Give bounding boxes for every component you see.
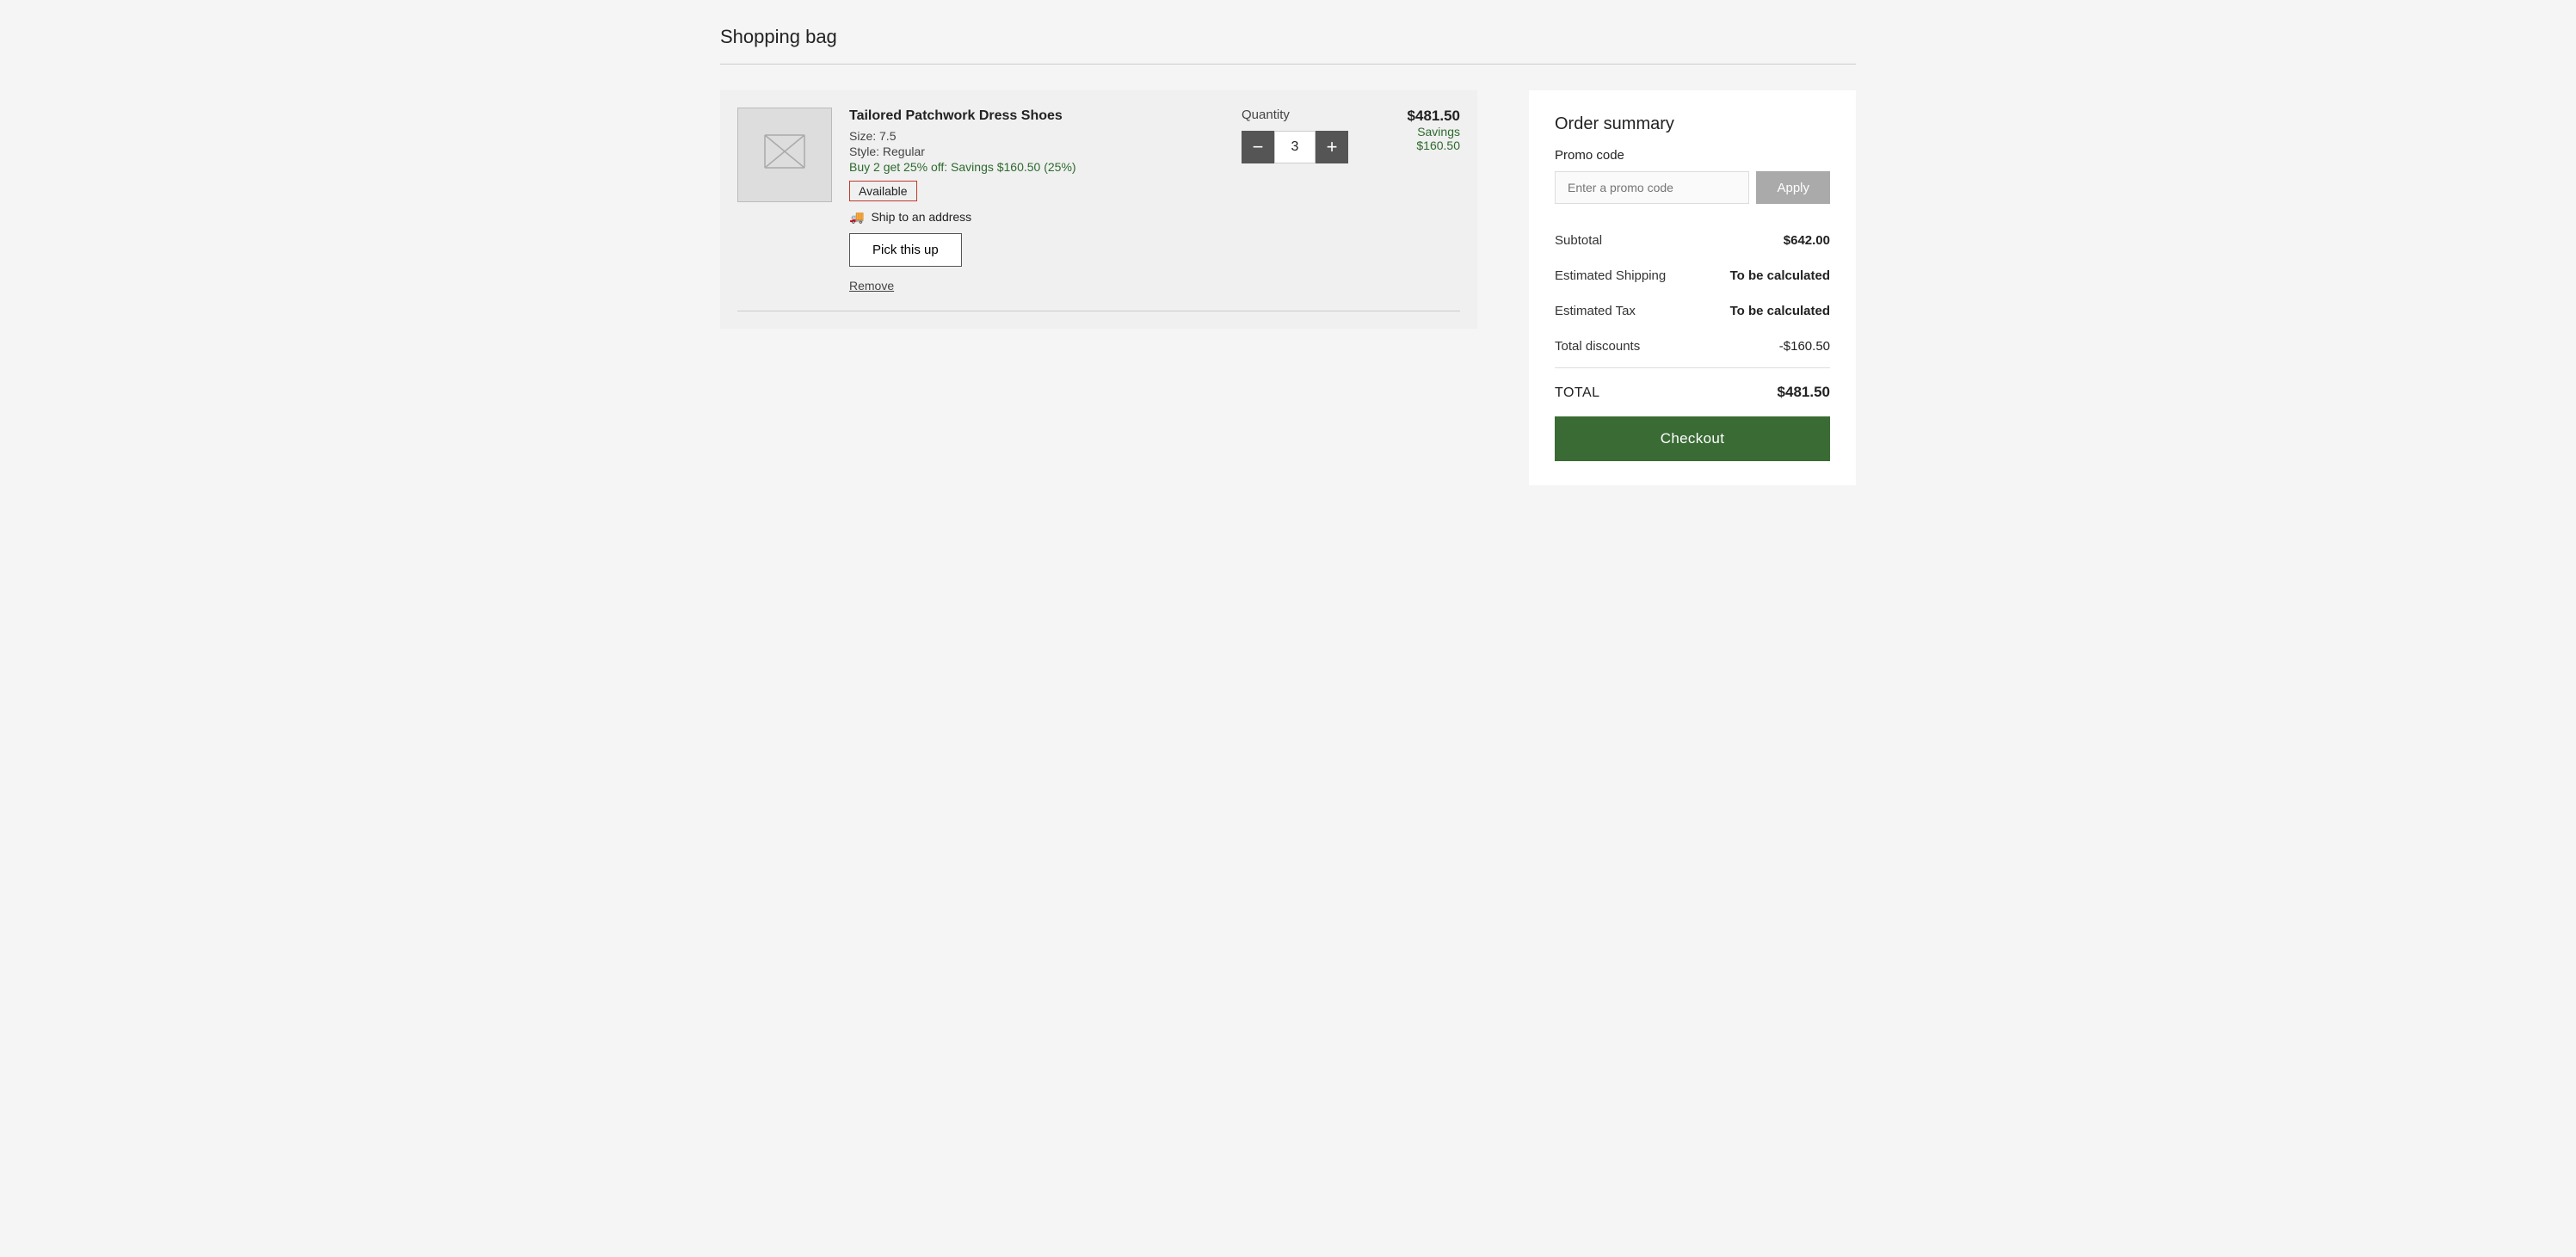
- product-name: Tailored Patchwork Dress Shoes: [849, 108, 1216, 126]
- quantity-section: Quantity − 3 +: [1242, 108, 1348, 293]
- cart-section: Tailored Patchwork Dress Shoes Size: 7.5…: [720, 90, 1477, 329]
- summary-title: Order summary: [1555, 114, 1830, 134]
- decrease-quantity-button[interactable]: −: [1242, 131, 1274, 163]
- total-row: TOTAL $481.50: [1555, 372, 1830, 416]
- quantity-controls: − 3 +: [1242, 131, 1348, 163]
- order-summary: Order summary Promo code Apply Subtotal …: [1529, 90, 1856, 485]
- availability-badge: Available: [849, 181, 917, 201]
- discounts-row: Total discounts -$160.50: [1555, 329, 1830, 364]
- pick-up-button[interactable]: Pick this up: [849, 233, 962, 267]
- product-image: [737, 108, 832, 202]
- discounts-value: -$160.50: [1779, 339, 1830, 354]
- product-details: Tailored Patchwork Dress Shoes Size: 7.5…: [849, 108, 1216, 293]
- product-style: Style: Regular: [849, 145, 1216, 158]
- promo-row: Apply: [1555, 171, 1830, 204]
- summary-divider: [1555, 367, 1830, 368]
- remove-button[interactable]: Remove: [849, 279, 894, 293]
- ship-row: 🚚 Ship to an address: [849, 210, 1216, 225]
- quantity-value: 3: [1274, 131, 1316, 163]
- main-layout: Tailored Patchwork Dress Shoes Size: 7.5…: [720, 90, 1856, 485]
- apply-button[interactable]: Apply: [1756, 171, 1830, 204]
- savings-label: Savings: [1417, 125, 1460, 139]
- checkout-button[interactable]: Checkout: [1555, 416, 1830, 461]
- total-label: TOTAL: [1555, 385, 1600, 401]
- ship-icon: 🚚: [849, 210, 864, 225]
- quantity-label: Quantity: [1242, 108, 1290, 122]
- product-size: Size: 7.5: [849, 129, 1216, 143]
- tax-value: To be calculated: [1730, 304, 1830, 318]
- discounts-label: Total discounts: [1555, 339, 1640, 354]
- shipping-row: Estimated Shipping To be calculated: [1555, 258, 1830, 293]
- image-placeholder-icon: [764, 134, 805, 176]
- promo-code-label: Promo code: [1555, 148, 1830, 163]
- promo-text: Buy 2 get 25% off: Savings $160.50 (25%): [849, 160, 1216, 174]
- cart-item: Tailored Patchwork Dress Shoes Size: 7.5…: [737, 108, 1460, 311]
- item-price: $481.50: [1408, 108, 1460, 125]
- total-value: $481.50: [1778, 384, 1830, 401]
- subtotal-row: Subtotal $642.00: [1555, 223, 1830, 258]
- price-section: $481.50 Savings $160.50: [1374, 108, 1460, 293]
- page-title: Shopping bag: [720, 26, 1856, 48]
- subtotal-label: Subtotal: [1555, 233, 1602, 248]
- increase-quantity-button[interactable]: +: [1316, 131, 1348, 163]
- ship-label: Ship to an address: [871, 210, 971, 224]
- promo-input[interactable]: [1555, 171, 1749, 204]
- top-divider: [720, 64, 1856, 65]
- subtotal-value: $642.00: [1784, 233, 1830, 248]
- tax-label: Estimated Tax: [1555, 304, 1636, 318]
- savings-amount: $160.50: [1416, 139, 1460, 152]
- shipping-value: To be calculated: [1730, 268, 1830, 283]
- tax-row: Estimated Tax To be calculated: [1555, 293, 1830, 329]
- shipping-label: Estimated Shipping: [1555, 268, 1666, 283]
